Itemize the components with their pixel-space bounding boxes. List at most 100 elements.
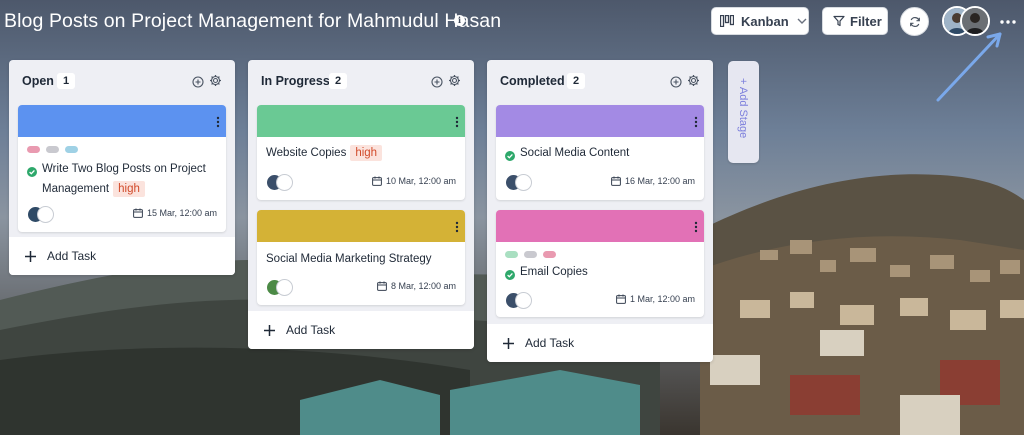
plus-circle-icon[interactable] [670,75,682,88]
board-header: Blog Posts on Project Management for Mah… [0,0,1024,44]
kanban-icon [720,15,734,27]
task-title: Social Media Marketing Strategy [266,253,432,265]
add-assignee-icon[interactable] [515,174,532,191]
label-pill [65,146,78,153]
assignees[interactable] [266,279,302,297]
assignees[interactable] [505,174,541,192]
stage-count-badge: 2 [567,73,585,89]
add-assignee-icon[interactable] [276,174,293,191]
calendar-icon [611,176,621,186]
plus-icon [503,337,514,349]
add-task-label: Add Task [47,249,97,263]
assignees[interactable] [505,292,541,310]
due-date: 1 Mar, 12:00 am [616,294,695,304]
assignees[interactable] [27,206,63,224]
gear-icon[interactable] [687,74,700,87]
card-color-band [18,105,226,137]
task-title: Website Copies [266,147,347,159]
stage-column-open: Open 1 Write Two Blog Posts on Project M… [9,60,235,275]
add-assignee-icon[interactable] [515,292,532,309]
view-switcher-button[interactable]: Kanban [711,7,809,35]
card-color-band [496,105,704,137]
label-pill [27,146,40,153]
board-members[interactable] [942,6,990,36]
task-title: Social Media Content [520,147,630,159]
check-circle-icon [505,148,515,161]
card-footer: 15 Mar, 12:00 am [27,205,217,225]
task-title-line: Social Media Content [505,143,629,163]
card-footer: 16 Mar, 12:00 am [505,173,695,193]
due-date-text: 16 Mar, 12:00 am [624,176,695,186]
due-date: 8 Mar, 12:00 am [377,281,456,291]
due-date-text: 10 Mar, 12:00 am [385,176,456,186]
add-task-label: Add Task [286,323,336,337]
due-date-text: 1 Mar, 12:00 am [629,294,695,304]
add-task-button[interactable]: Add Task [9,237,235,275]
gear-icon[interactable] [209,74,222,87]
stage-title: Completed [500,74,565,88]
task-card[interactable]: Website Copies high 10 Mar, 12:00 am [257,105,465,200]
stage-header: Completed 2 [487,60,713,100]
add-assignee-icon[interactable] [37,206,54,223]
kebab-menu-icon[interactable] [455,115,459,128]
stage-count-badge: 1 [57,73,75,89]
add-task-label: Add Task [525,336,575,350]
task-card[interactable]: Social Media Content 16 Mar, 12:00 am [496,105,704,200]
chevron-down-icon [797,18,807,24]
kebab-menu-icon[interactable] [216,115,220,128]
filter-icon [833,15,845,27]
kebab-menu-icon[interactable] [455,220,459,233]
plus-circle-icon[interactable] [192,75,204,88]
card-footer: 10 Mar, 12:00 am [266,173,456,193]
add-assignee-icon[interactable] [276,279,293,296]
add-task-button[interactable]: Add Task [248,311,474,349]
filter-label: Filter [850,13,882,29]
gear-icon[interactable] [448,74,461,87]
stage-count-badge: 2 [329,73,347,89]
due-date: 10 Mar, 12:00 am [372,176,456,186]
task-card[interactable]: Write Two Blog Posts on Project Manageme… [18,105,226,232]
label-pill [524,251,537,258]
kebab-menu-icon[interactable] [694,220,698,233]
stage-column-completed: Completed 2 Social Media Content 16 Mar,… [487,60,713,362]
task-card[interactable]: Email Copies 1 Mar, 12:00 am [496,210,704,317]
task-title: Write Two Blog Posts on Project [42,163,206,175]
stage-header: In Progress 2 [248,60,474,100]
card-footer: 8 Mar, 12:00 am [266,278,456,298]
kebab-menu-icon[interactable] [694,115,698,128]
task-title-cont: Management [42,183,110,195]
view-switcher-label: Kanban [741,13,789,29]
due-date-text: 8 Mar, 12:00 am [390,281,456,291]
card-color-band [257,105,465,137]
plus-icon [264,324,275,336]
label-pill [505,251,518,258]
calendar-icon [372,176,382,186]
add-stage-button[interactable]: + Add Stage [728,61,759,163]
refresh-button[interactable] [900,7,929,36]
calendar-icon [133,208,143,218]
task-title-line: Management high [42,179,145,199]
filter-button[interactable]: Filter [822,7,888,35]
refresh-icon [909,16,921,28]
stage-title: In Progress [261,74,330,88]
task-card[interactable]: Social Media Marketing Strategy 8 Mar, 1… [257,210,465,305]
calendar-icon [377,281,387,291]
add-task-button[interactable]: Add Task [487,324,713,362]
info-icon[interactable]: i [454,15,465,26]
task-title-line: Website Copies high [266,143,383,163]
card-labels [505,251,556,259]
assignees[interactable] [266,174,302,192]
due-date: 15 Mar, 12:00 am [133,208,217,218]
label-pill [46,146,59,153]
more-icon[interactable] [999,15,1017,27]
task-title-line: Write Two Blog Posts on Project [27,159,206,179]
due-date-text: 15 Mar, 12:00 am [146,208,217,218]
plus-icon [25,250,36,262]
label-pill [543,251,556,258]
task-title: Email Copies [520,266,588,278]
task-title-line: Social Media Marketing Strategy [266,249,432,269]
card-color-band [257,210,465,242]
plus-circle-icon[interactable] [431,75,443,88]
check-circle-icon [505,267,515,280]
avatar[interactable] [960,6,990,36]
